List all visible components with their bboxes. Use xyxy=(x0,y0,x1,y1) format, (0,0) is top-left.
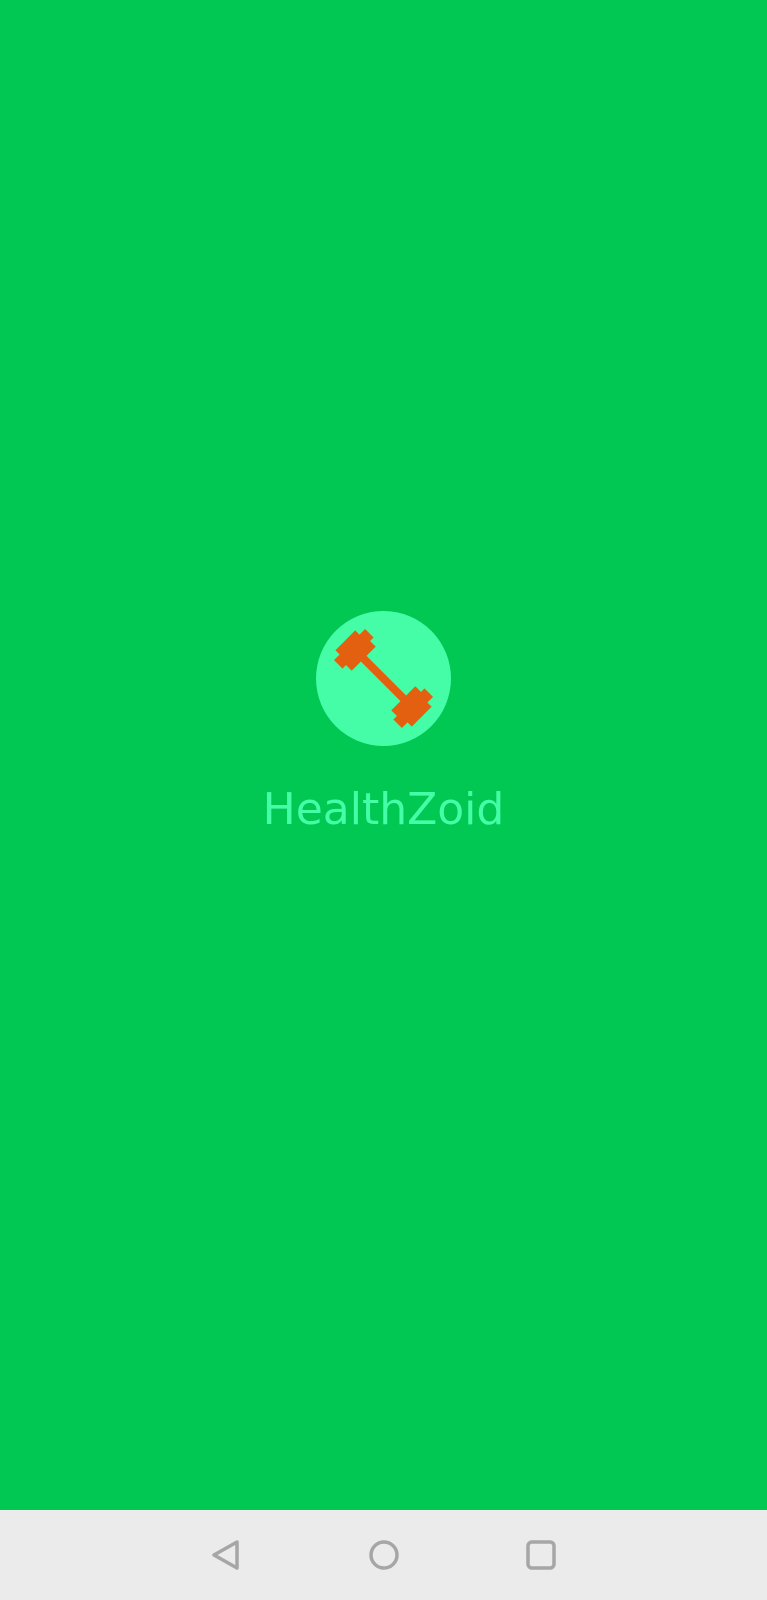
recents-button[interactable] xyxy=(513,1527,569,1583)
app-name-label: HealthZoid xyxy=(262,784,505,835)
system-navigation-bar xyxy=(0,1510,767,1600)
app-logo xyxy=(316,611,451,746)
recents-square-icon xyxy=(526,1540,556,1570)
home-circle-icon xyxy=(369,1540,399,1570)
dumbbell-icon xyxy=(334,629,433,728)
back-triangle-icon xyxy=(212,1540,239,1570)
back-button[interactable] xyxy=(199,1527,255,1583)
splash-content: HealthZoid xyxy=(0,0,767,1510)
home-button[interactable] xyxy=(356,1527,412,1583)
splash-screen: HealthZoid xyxy=(0,0,767,1600)
